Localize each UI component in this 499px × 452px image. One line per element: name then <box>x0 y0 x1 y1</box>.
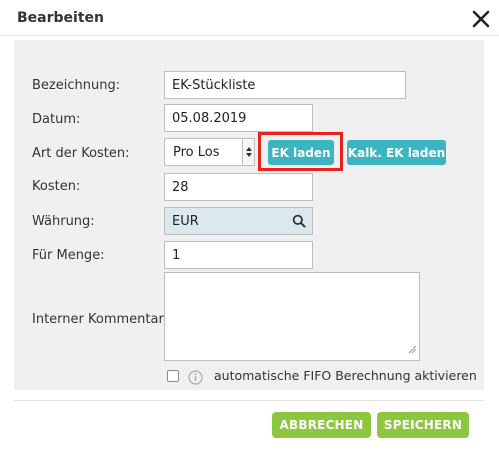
bezeichnung-value: EK-Stückliste <box>172 77 256 93</box>
datum-label: Datum: <box>32 112 81 127</box>
fuer-menge-value: 1 <box>172 247 181 263</box>
dialog-title: Bearbeiten <box>17 10 104 26</box>
fifo-checkbox[interactable] <box>167 370 179 382</box>
title-divider <box>0 35 499 36</box>
waehrung-label: Währung: <box>32 214 95 229</box>
art-der-kosten-label: Art der Kosten: <box>32 146 130 161</box>
kosten-value: 28 <box>172 179 189 195</box>
footer-divider <box>14 400 484 401</box>
close-button[interactable] <box>470 8 492 30</box>
info-icon <box>188 370 203 385</box>
datum-input[interactable]: 05.08.2019 <box>164 104 313 132</box>
fuer-menge-label: Für Menge: <box>32 248 105 263</box>
highlight-frame <box>258 132 343 171</box>
datum-value: 05.08.2019 <box>172 110 247 126</box>
fifo-label: automatische FIFO Berechnung aktivieren <box>214 368 477 383</box>
kosten-input[interactable]: 28 <box>164 173 313 201</box>
resize-grip-icon[interactable] <box>408 339 417 358</box>
cancel-button[interactable]: ABBRECHEN <box>272 412 371 438</box>
close-icon <box>470 8 492 30</box>
interner-kommentar-textarea[interactable] <box>164 272 420 361</box>
interner-kommentar-label: Interner Kommentar: <box>32 312 168 327</box>
fuer-menge-input[interactable]: 1 <box>164 241 313 269</box>
waehrung-input[interactable]: EUR <box>164 207 313 235</box>
kalk-ek-laden-button[interactable]: Kalk. EK laden <box>347 140 446 165</box>
art-der-kosten-select[interactable]: Pro Los <box>164 138 255 166</box>
art-der-kosten-selected: Pro Los <box>173 144 220 160</box>
save-button[interactable]: SPEICHERN <box>377 412 469 438</box>
bezeichnung-input[interactable]: EK-Stückliste <box>164 71 406 99</box>
bezeichnung-label: Bezeichnung: <box>32 78 121 93</box>
chevron-updown-icon <box>242 139 254 165</box>
waehrung-value: EUR <box>172 213 199 229</box>
search-icon[interactable] <box>292 214 306 232</box>
kosten-label: Kosten: <box>32 179 81 194</box>
